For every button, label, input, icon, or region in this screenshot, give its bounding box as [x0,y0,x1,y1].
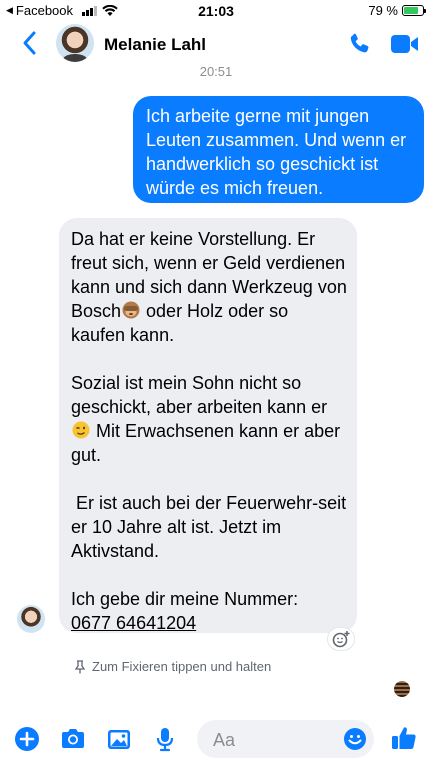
incoming-paragraph-1: Da hat er keine Vorstellung. Er freut si… [71,227,347,347]
contact-name[interactable]: Melanie Lahl [104,35,206,55]
see-no-evil-monkey-emoji-icon [122,301,140,319]
seen-indicator-avatar [394,681,410,697]
outgoing-message-bubble[interactable]: Ich arbeite gerne mit jungen Leuten zusa… [133,96,424,203]
winking-face-emoji-icon [72,421,90,439]
pin-icon [74,659,86,673]
add-reaction-icon[interactable] [328,628,354,650]
outgoing-message-text: Ich arbeite gerne mit jungen Leuten zusa… [146,106,407,198]
thumbs-up-icon[interactable] [389,723,419,753]
back-chevron-icon[interactable] [18,28,42,58]
status-bar: ◀ Facebook 21:03 79 % [0,0,432,22]
pin-hint-text: Zum Fixieren tippen und halten [92,659,272,674]
gallery-image-icon[interactable] [104,724,134,754]
microphone-icon[interactable] [150,724,180,754]
battery-percent: 79 % [368,3,398,18]
video-call-icon[interactable] [390,33,420,55]
incoming-paragraph-2: Sozial ist mein Sohn nicht so geschickt,… [71,371,347,467]
incoming-text-2: Sozial ist mein Sohn nicht so geschickt,… [71,373,328,417]
emoji-picker-icon[interactable] [342,726,368,752]
clock: 21:03 [198,3,234,19]
sender-avatar[interactable] [17,605,45,633]
contact-avatar[interactable] [56,24,94,62]
message-input-container[interactable] [197,720,374,760]
phone-number-link[interactable]: 0677 64641204 [71,613,196,633]
phone-call-icon[interactable] [347,31,373,57]
message-timestamp: 20:51 [199,64,233,79]
incoming-paragraph-4: Ich gebe dir meine Nummer: [71,589,299,609]
plus-circle-icon[interactable] [12,724,42,754]
battery-fill [404,7,419,14]
chat-header: Melanie Lahl [0,22,432,66]
incoming-text-2b: Mit Erwachsenen kann er aber gut. [71,421,346,465]
pin-hint: Zum Fixieren tippen und halten [74,659,271,674]
battery-icon [402,5,426,16]
incoming-paragraph-3: Er ist auch bei der Feuerwehr-seit er 10… [71,493,352,561]
message-input[interactable] [211,720,335,760]
incoming-message-bubble[interactable]: Da hat er keine Vorstellung. Er freut si… [59,218,357,633]
message-composer [0,716,432,768]
camera-icon[interactable] [58,724,88,754]
